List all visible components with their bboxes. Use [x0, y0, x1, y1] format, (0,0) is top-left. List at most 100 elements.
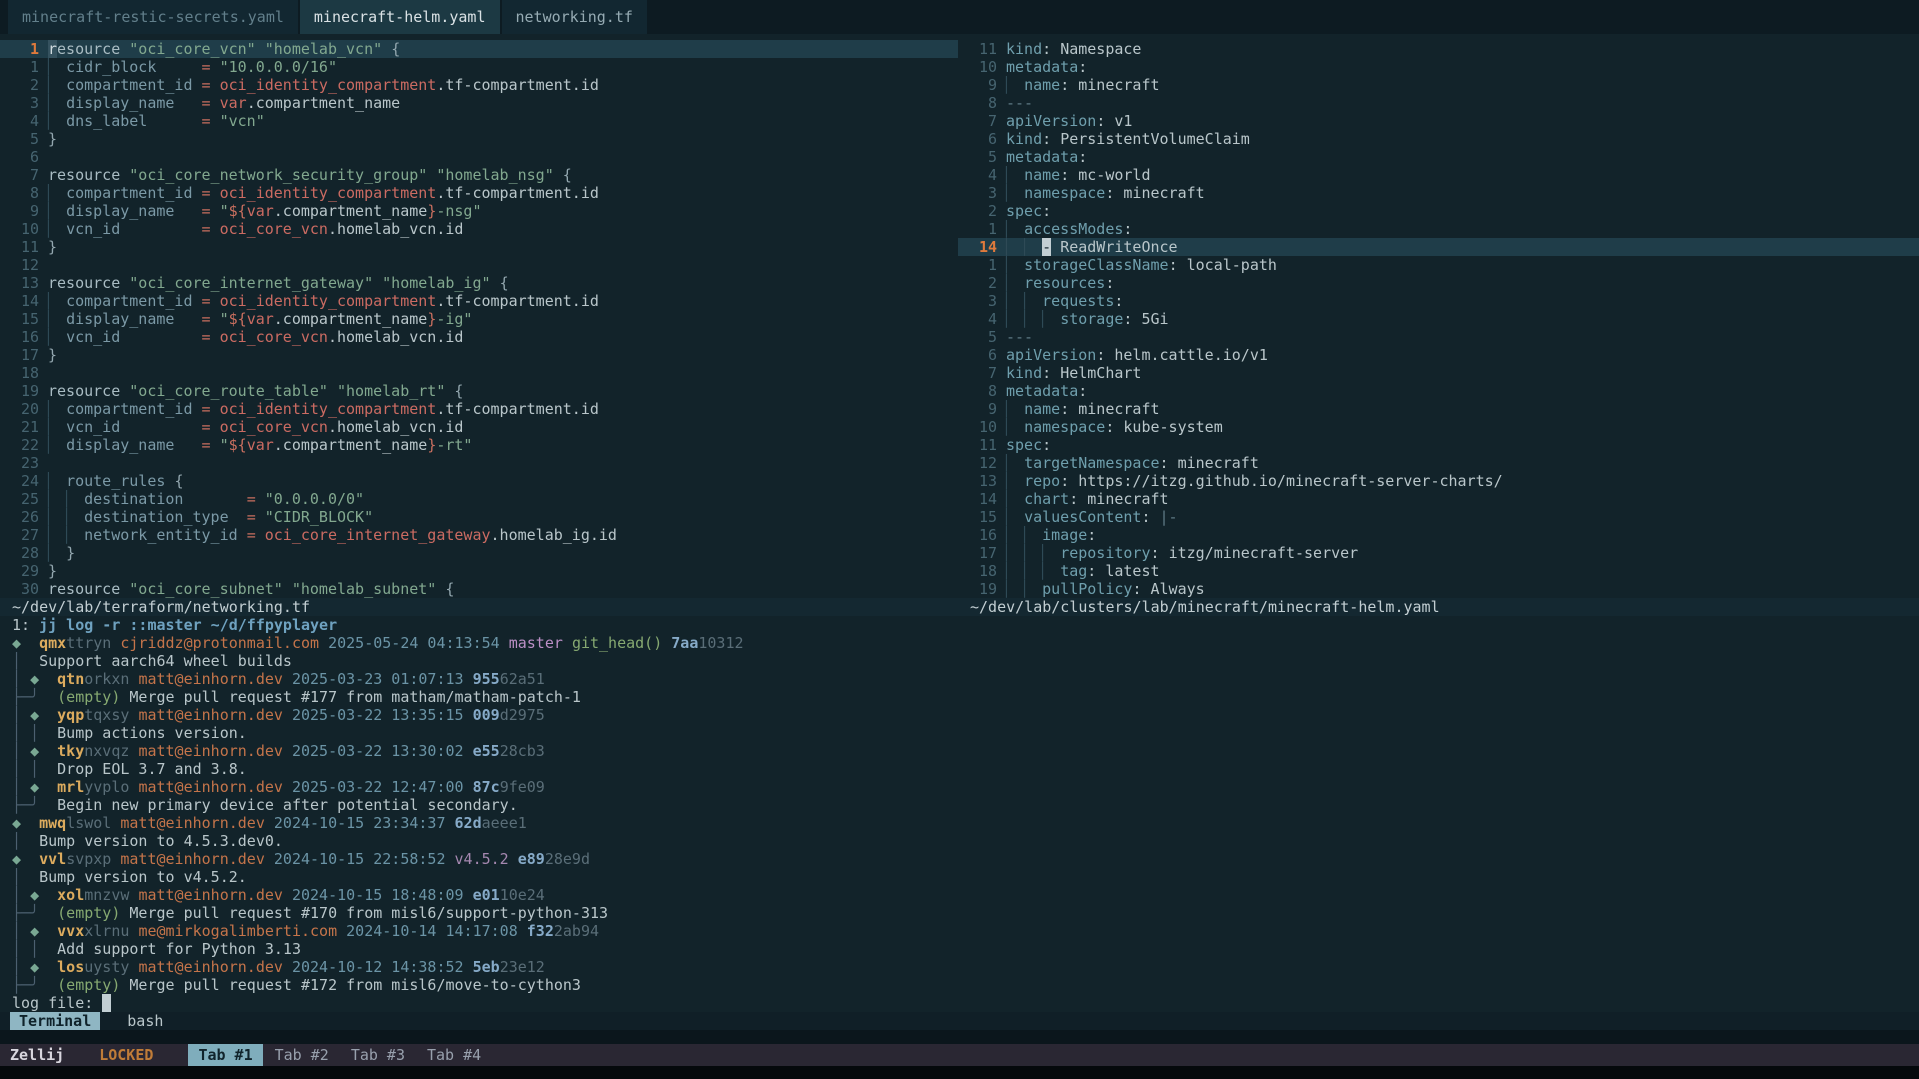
jj-log-line: │ ◆ xolmnzvw matt@einhorn.dev 2024-10-15…	[0, 886, 1919, 904]
editor-bufferline: minecraft-restic-secrets.yamlminecraft-h…	[0, 0, 1919, 34]
code-line: 8▏ compartment_id = oci_identity_compart…	[0, 184, 958, 202]
code-area-yaml[interactable]: 11kind: Namespace10metadata:9▏ name: min…	[958, 34, 1919, 598]
indent-guide: ▏	[1024, 544, 1042, 562]
block-cursor: r	[48, 40, 57, 58]
indent-guide: ▏	[1006, 166, 1024, 184]
code-line: 10▏ namespace: kube-system	[958, 418, 1919, 436]
code-line: 21▏ vcn_id = oci_core_vcn.homelab_vcn.id	[0, 418, 958, 436]
indent-guide: ▏	[1006, 418, 1024, 436]
code-line: 9▏ name: minecraft	[958, 76, 1919, 94]
zellij-logo: Zellij	[10, 1046, 64, 1064]
line-number: 14	[12, 292, 39, 310]
code-line: 24▏ route_rules {	[0, 472, 958, 490]
jj-log-line: ├─╯ (empty) Merge pull request #170 from…	[0, 904, 1919, 922]
code-line: 11kind: Namespace	[958, 40, 1919, 58]
indent-guide: ▏	[48, 202, 66, 220]
indent-guide: ▏	[1006, 256, 1024, 274]
zellij-status-bar: Zellij LOCKED Tab #1Tab #2Tab #3Tab #4	[0, 1044, 1919, 1066]
editor-pane-minecraft-helm-yaml[interactable]: 11kind: Namespace10metadata:9▏ name: min…	[958, 34, 1919, 616]
code-line: 14▏ compartment_id = oci_identity_compar…	[0, 292, 958, 310]
line-number: 28	[12, 544, 39, 562]
indent-guide: ▏	[48, 490, 66, 508]
code-line: 30resource "oci_core_subnet" "homelab_su…	[0, 580, 958, 598]
indent-guide: ▏	[1006, 490, 1024, 508]
code-area-terraform[interactable]: 1resource "oci_core_vcn" "homelab_vcn" {…	[0, 34, 958, 598]
indent-guide: ▏	[1042, 310, 1060, 328]
code-line: 3▏ namespace: minecraft	[958, 184, 1919, 202]
code-line: 13resource "oci_core_internet_gateway" "…	[0, 274, 958, 292]
line-number: 8	[12, 184, 39, 202]
indent-guide: ▏	[48, 418, 66, 436]
file-path: ~/dev/lab/terraform/networking.tf	[12, 598, 310, 616]
code-line: 1▏ storageClassName: local-path	[958, 256, 1919, 274]
line-number: 21	[12, 418, 39, 436]
indent-guide: ▏	[1042, 562, 1060, 580]
commit-node-icon: ◆	[30, 742, 39, 760]
terminal-pane[interactable]: 1: jj log -r ::master ~/d/ffpyplayer ◆ q…	[0, 616, 1919, 1012]
line-number: 30	[12, 580, 39, 598]
code-line: 25▏ ▏ destination = "0.0.0.0/0"	[0, 490, 958, 508]
indent-guide: ▏	[1006, 184, 1024, 202]
terminal-tab-bash[interactable]: bash	[127, 1012, 163, 1030]
indent-guide: ▏	[48, 58, 66, 76]
line-number: 16	[970, 526, 997, 544]
cursor-line: 14▏ ▏ - ReadWriteOnce	[958, 238, 1919, 256]
buffer-tab[interactable]: minecraft-restic-secrets.yaml	[8, 0, 298, 34]
line-number: 13	[970, 472, 997, 490]
code-line: 6kind: PersistentVolumeClaim	[958, 130, 1919, 148]
statusline-right: ~/dev/lab/clusters/lab/minecraft/minecra…	[958, 598, 1919, 616]
block-cursor	[102, 994, 111, 1012]
jj-log-line: │ ◆ tkynxvqz matt@einhorn.dev 2025-03-22…	[0, 742, 1919, 760]
line-number: 19	[12, 382, 39, 400]
line-number: 17	[12, 346, 39, 364]
jj-log-line: ◆ mwqlswol matt@einhorn.dev 2024-10-15 2…	[0, 814, 1919, 832]
jj-log-line: │ Bump version to 4.5.3.dev0.	[0, 832, 1919, 850]
line-number: 14	[970, 238, 997, 256]
buffer-tab[interactable]: minecraft-helm.yaml	[300, 0, 500, 34]
line-number: 11	[970, 40, 997, 58]
statusline-left: ~/dev/lab/terraform/networking.tf	[0, 598, 958, 616]
line-number: 15	[12, 310, 39, 328]
code-line: 6	[0, 148, 958, 166]
indent-guide: ▏	[48, 292, 66, 310]
bottom-margin	[0, 1066, 1919, 1079]
code-line: 4▏ ▏ ▏ storage: 5Gi	[958, 310, 1919, 328]
code-line: 6apiVersion: helm.cattle.io/v1	[958, 346, 1919, 364]
jj-log-line: │ │ Drop EOL 3.7 and 3.8.	[0, 760, 1919, 778]
code-line: 11spec:	[958, 436, 1919, 454]
buffer-tab[interactable]: networking.tf	[502, 0, 647, 34]
code-line: 7apiVersion: v1	[958, 112, 1919, 130]
terminal-tab-active[interactable]: Terminal	[10, 1012, 100, 1030]
zellij-tabs: Tab #1Tab #2Tab #3Tab #4	[188, 1046, 493, 1064]
commit-node-icon: ◆	[12, 814, 21, 832]
prompt-line[interactable]: log file:	[0, 994, 1919, 1012]
line-number: 10	[970, 58, 997, 76]
jj-log-line: │ ◆ mrlyvplo matt@einhorn.dev 2025-03-22…	[0, 778, 1919, 796]
code-line: 15▏ display_name = "${var.compartment_na…	[0, 310, 958, 328]
code-line: 4▏ name: mc-world	[958, 166, 1919, 184]
line-number: 1	[970, 220, 997, 238]
zellij-tab[interactable]: Tab #4	[417, 1044, 491, 1066]
line-number: 4	[970, 166, 997, 184]
indent-guide: ▏	[1006, 562, 1024, 580]
code-line: 17}	[0, 346, 958, 364]
code-line: 8metadata:	[958, 382, 1919, 400]
editor-pane-networking-tf[interactable]: 1resource "oci_core_vcn" "homelab_vcn" {…	[0, 34, 958, 616]
zellij-tab[interactable]: Tab #2	[265, 1044, 339, 1066]
line-number: 4	[970, 310, 997, 328]
line-number: 6	[970, 346, 997, 364]
line-number: 8	[970, 94, 997, 112]
jj-log-line: │ │ Bump actions version.	[0, 724, 1919, 742]
code-line: 23	[0, 454, 958, 472]
code-line: 15▏ valuesContent: |-	[958, 508, 1919, 526]
indent-guide: ▏	[1042, 544, 1060, 562]
line-number: 6	[12, 148, 39, 166]
zellij-tab[interactable]: Tab #3	[341, 1044, 415, 1066]
jj-log-line: │ ◆ vvxxlrnu me@mirkogalimberti.com 2024…	[0, 922, 1919, 940]
code-line: 7resource "oci_core_network_security_gro…	[0, 166, 958, 184]
indent-guide: ▏	[48, 544, 66, 562]
indent-guide: ▏	[1006, 76, 1024, 94]
zellij-tab[interactable]: Tab #1	[188, 1044, 262, 1066]
indent-guide: ▏	[48, 94, 66, 112]
indent-guide: ▏	[66, 526, 84, 544]
